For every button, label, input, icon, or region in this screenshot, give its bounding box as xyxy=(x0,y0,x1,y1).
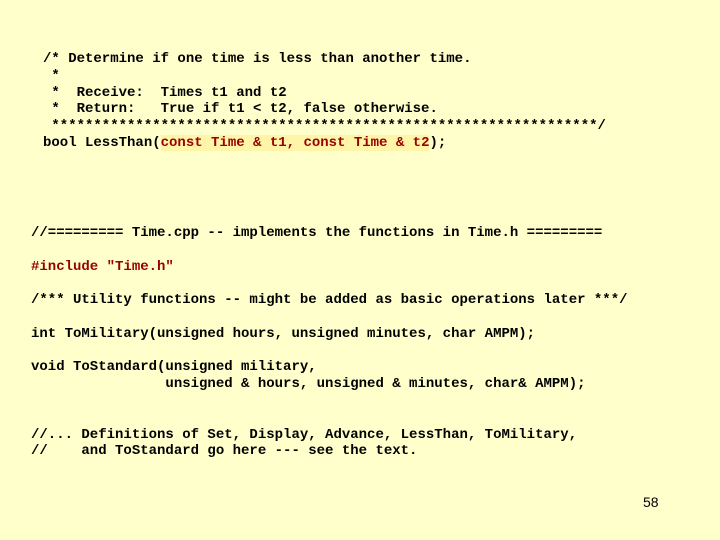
comment-line-closing-stars: ****************************************… xyxy=(43,118,606,134)
definitions-comment-line2: // and ToStandard go here --- see the te… xyxy=(31,443,418,459)
prototype-prefix: bool LessThan( xyxy=(43,135,161,151)
comment-line-receive: * Receive: Times t1 and t2 xyxy=(43,85,287,101)
tostandard-prototype-line2: unsigned & hours, unsigned & minutes, ch… xyxy=(31,376,586,392)
comment-line-return: * Return: True if t1 < t2, false otherwi… xyxy=(43,101,438,117)
highlighted-const-params: const Time & t1, const Time & t2 xyxy=(160,135,430,151)
lessthan-prototype: bool LessThan(const Time & t1, const Tim… xyxy=(43,135,446,152)
utility-functions-comment: /*** Utility functions -- might be added… xyxy=(31,292,628,308)
tostandard-prototype-line1: void ToStandard(unsigned military, xyxy=(31,359,317,375)
file-banner-comment: //========= Time.cpp -- implements the f… xyxy=(31,225,603,241)
slide-page-number: 58 xyxy=(643,494,659,510)
comment-line-blank: * xyxy=(43,68,60,84)
tomilitary-prototype: int ToMilitary(unsigned hours, unsigned … xyxy=(31,326,536,342)
definitions-comment-line1: //... Definitions of Set, Display, Advan… xyxy=(31,427,578,443)
comment-line-description: /* Determine if one time is less than an… xyxy=(43,51,472,67)
include-directive: #include "Time.h" xyxy=(31,259,174,275)
prototype-suffix: ); xyxy=(429,135,447,151)
